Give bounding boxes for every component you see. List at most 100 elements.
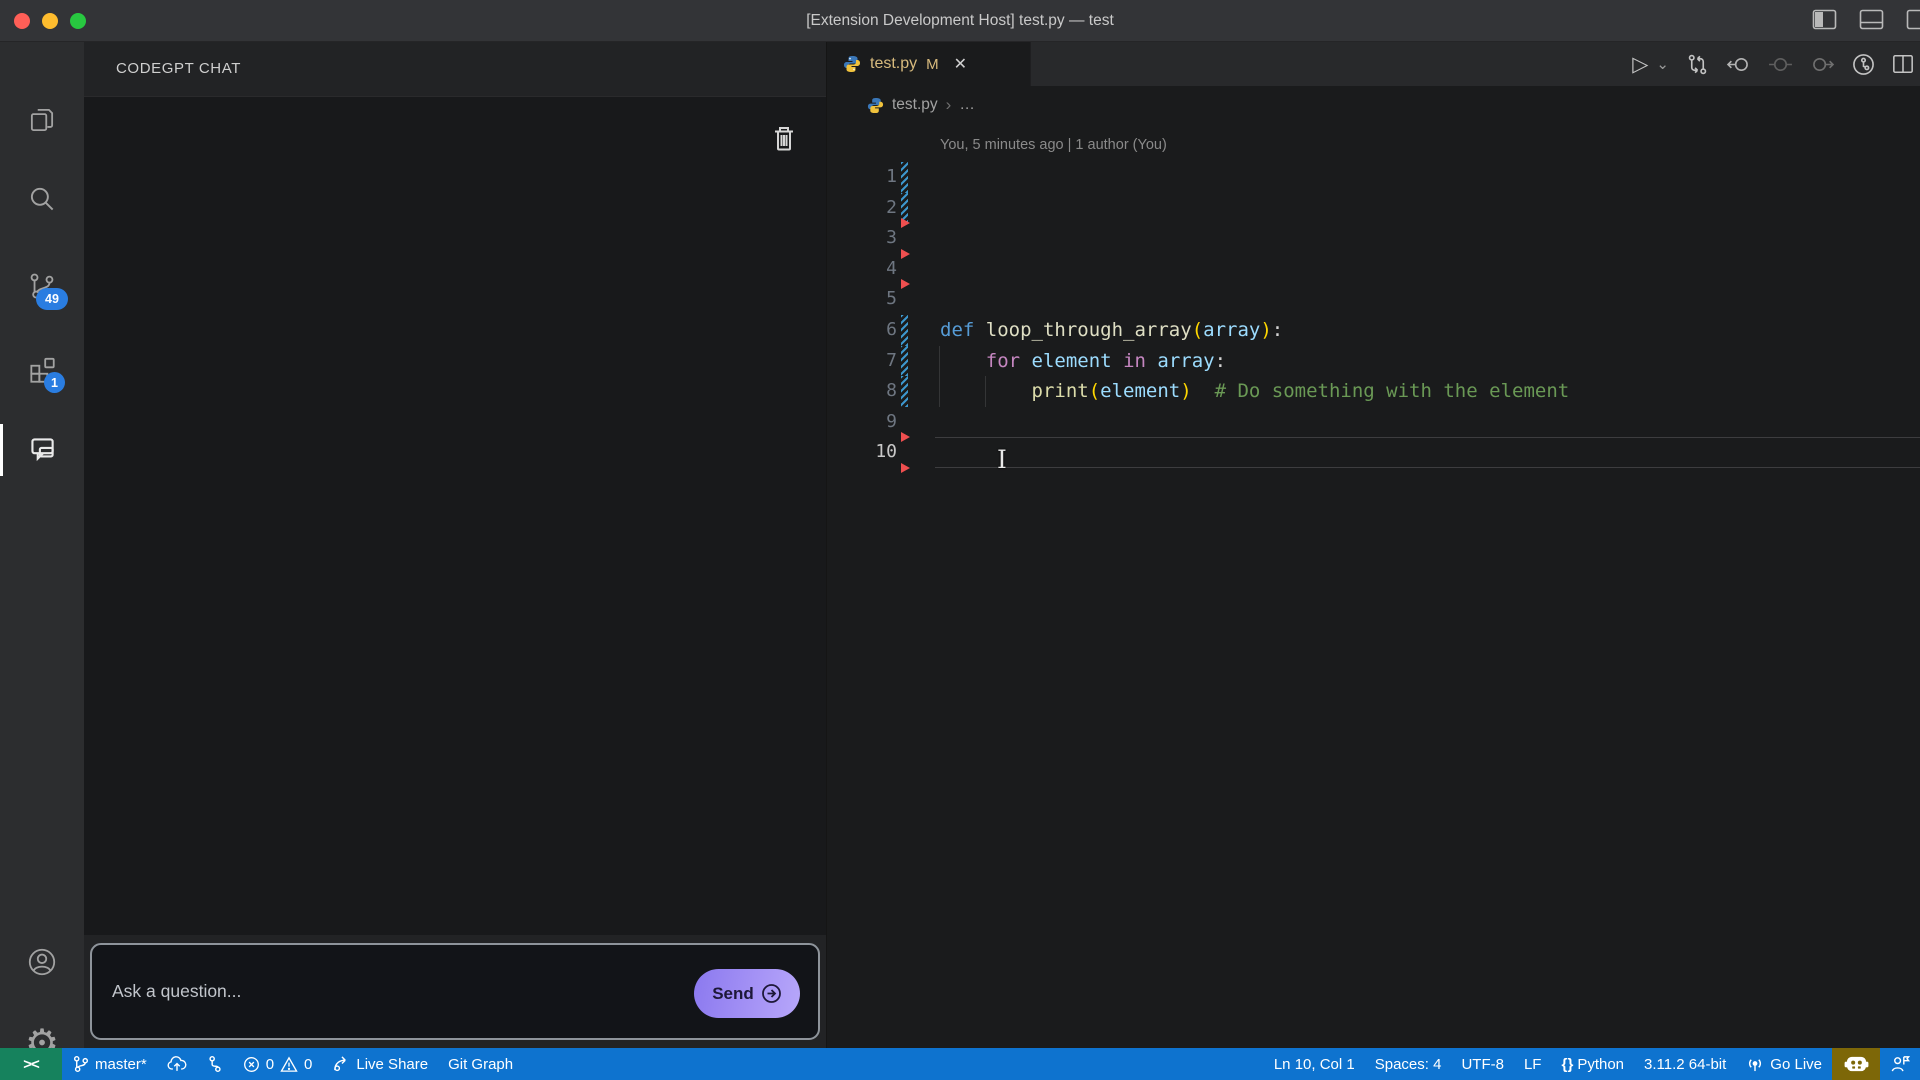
explorer-icon[interactable] — [0, 92, 84, 148]
accounts-icon[interactable] — [0, 934, 84, 990]
gutter-modified-indicator[interactable] — [901, 162, 908, 193]
code-line[interactable]: 9 — [827, 407, 1920, 438]
code-line[interactable]: 4 — [827, 254, 1920, 285]
toggle-secondary-sidebar-icon[interactable] — [1906, 9, 1920, 30]
braces-icon: { } — [1561, 1055, 1573, 1073]
remote-indicator[interactable]: >< — [0, 1048, 62, 1080]
error-count: 0 — [265, 1055, 275, 1073]
indent-guide — [985, 376, 986, 407]
chat-input-container: Ask a question... Send — [90, 943, 820, 1040]
python-file-icon — [843, 55, 861, 73]
gutter-modified-indicator[interactable] — [901, 345, 908, 377]
sidebar-header: CODEGPT CHAT — [84, 42, 826, 96]
breadcrumb[interactable]: test.py › … — [827, 86, 1920, 124]
errors-icon — [243, 1056, 260, 1073]
code-line[interactable]: 5 — [827, 284, 1920, 315]
send-button-label: Send — [712, 983, 754, 1003]
tab-test-py[interactable]: test.py M ✕ — [827, 42, 1031, 86]
timeline-history-icon[interactable] — [1852, 53, 1875, 76]
window-title: [Extension Development Host] test.py — t… — [806, 12, 1114, 29]
tab-close-icon[interactable]: ✕ — [954, 54, 967, 74]
go-live-item[interactable]: Go Live — [1736, 1048, 1832, 1080]
live-share-icon — [332, 1055, 350, 1073]
code-line[interactable]: 6 def loop_through_array(array): — [827, 314, 1920, 346]
gutter-deleted-indicator[interactable] — [901, 463, 910, 473]
line-number: 8 — [886, 380, 897, 402]
breadcrumb-file[interactable]: test.py — [892, 96, 938, 114]
code-text: print(element) # Do something with the e… — [1031, 380, 1570, 403]
git-graph-label: Git Graph — [448, 1055, 514, 1073]
mouse-ibeam-cursor: I — [997, 445, 1007, 474]
current-change-icon[interactable] — [1768, 54, 1793, 75]
split-editor-icon[interactable] — [1892, 53, 1914, 75]
line-number: 2 — [886, 196, 897, 218]
live-share-item[interactable]: Live Share — [322, 1048, 438, 1080]
code-line[interactable]: 2 — [827, 192, 1920, 224]
editor-actions: ▷ ⌄ — [1632, 48, 1914, 80]
toggle-sidebar-icon[interactable] — [1812, 9, 1837, 30]
titlebar: [Extension Development Host] test.py — t… — [0, 0, 1920, 42]
line-number: 1 — [886, 166, 897, 187]
code-line[interactable]: 1 — [827, 162, 1920, 193]
language-label: Python — [1577, 1055, 1625, 1073]
gutter-deleted-indicator[interactable] — [901, 432, 910, 443]
code-line[interactable]: 3 — [827, 223, 1920, 254]
sidebar-title: CODEGPT CHAT — [116, 60, 241, 77]
previous-change-icon[interactable] — [1726, 54, 1751, 75]
encoding-item[interactable]: UTF-8 — [1451, 1048, 1514, 1080]
code-line[interactable]: 7 for element in array: — [827, 345, 1920, 377]
gutter-deleted-indicator[interactable] — [901, 218, 910, 229]
git-graph-item[interactable]: Git Graph — [438, 1048, 523, 1080]
extensions-icon[interactable] — [0, 342, 84, 398]
eol-item[interactable]: LF — [1514, 1048, 1552, 1080]
gutter-deleted-indicator[interactable] — [901, 248, 910, 259]
line-number: 7 — [886, 349, 897, 371]
line-number: 9 — [886, 410, 897, 432]
feedback-person-item[interactable] — [1880, 1048, 1920, 1080]
python-interpreter-item[interactable]: 3.11.2 64-bit — [1634, 1048, 1736, 1080]
line-col-label: Ln 10, Col 1 — [1273, 1055, 1355, 1073]
run-python-file-icon[interactable]: ▷ — [1632, 52, 1648, 77]
publish-changes-item[interactable] — [157, 1048, 197, 1080]
person-flag-icon — [1890, 1054, 1910, 1074]
tab-label: test.py — [870, 55, 918, 72]
tab-bar: test.py M ✕ ▷ ⌄ — [827, 42, 1920, 86]
language-mode-item[interactable]: { } Python — [1551, 1048, 1634, 1080]
source-control-badge: 49 — [36, 288, 68, 310]
git-branch-item[interactable]: master* — [62, 1048, 157, 1080]
tab-modified-badge: M — [926, 55, 939, 73]
clear-chat-trash-icon[interactable] — [768, 123, 800, 155]
broadcast-icon — [1746, 1056, 1764, 1072]
problems-item[interactable]: 0 0 — [233, 1048, 323, 1080]
git-branch-icon — [72, 1055, 89, 1073]
send-button[interactable]: Send — [694, 969, 800, 1018]
open-changes-icon[interactable] — [1686, 53, 1709, 76]
gutter-modified-indicator[interactable] — [901, 376, 908, 407]
robot-icon — [1844, 1054, 1869, 1074]
run-dropdown-chevron-icon[interactable]: ⌄ — [1656, 55, 1669, 73]
python-file-icon — [867, 97, 884, 114]
next-change-icon[interactable] — [1810, 54, 1835, 75]
line-number: 6 — [886, 318, 897, 340]
indent-guide — [939, 345, 940, 407]
toggle-panel-icon[interactable] — [1859, 9, 1884, 30]
code-area[interactable]: 1 2 3 4 5 6 def loop_through_array(array): 7 fo… — [827, 162, 1920, 482]
gutter-deleted-indicator[interactable] — [901, 279, 910, 290]
encoding-label: UTF-8 — [1461, 1055, 1504, 1073]
cursor-position-item[interactable]: Ln 10, Col 1 — [1264, 1048, 1365, 1080]
codegpt-chat-sidebar: CODEGPT CHAT Ask a question... Send — [84, 42, 826, 1048]
search-icon[interactable] — [0, 172, 84, 228]
cloud-upload-icon — [167, 1056, 187, 1072]
git-graph-view-item[interactable] — [197, 1048, 233, 1080]
codegpt-chat-icon[interactable] — [0, 422, 84, 478]
gutter-modified-indicator[interactable] — [901, 314, 908, 346]
commit-graph-icon — [207, 1055, 223, 1073]
indentation-item[interactable]: Spaces: 4 — [1365, 1048, 1452, 1080]
codelens-annotation[interactable]: You, 5 minutes ago | 1 author (You) — [940, 137, 1167, 153]
chat-input[interactable]: Ask a question... — [112, 945, 241, 1038]
breadcrumb-more[interactable]: … — [959, 96, 975, 114]
line-number: 4 — [886, 257, 897, 279]
code-line[interactable]: 8 print(element) # Do something with the… — [827, 376, 1920, 407]
codegpt-robot-item[interactable] — [1832, 1048, 1880, 1080]
interpreter-label: 3.11.2 64-bit — [1644, 1055, 1727, 1073]
